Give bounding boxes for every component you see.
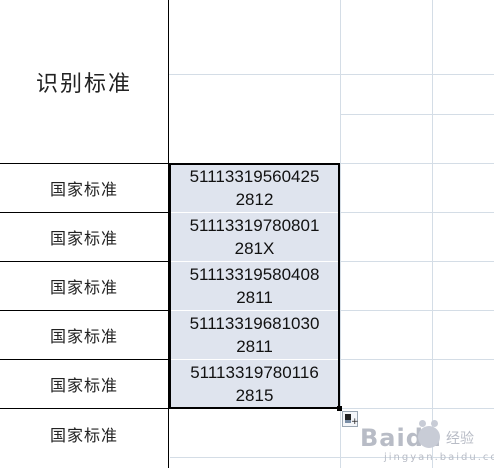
gridline-vertical: [340, 0, 341, 468]
value-line: 51113319580408: [189, 265, 320, 284]
watermark-url: jingyan.baidu.com: [384, 452, 494, 463]
gridline-horizontal: [340, 212, 494, 213]
label-text: 国家标准: [49, 426, 118, 444]
row-border: [0, 408, 170, 409]
label-text: 国家标准: [49, 376, 118, 395]
value-line: 2811: [236, 337, 273, 356]
spreadsheet-grid: 识别标准 国家标准 国家标准 国家标准 国家标准 国家标准 国家标准 51113…: [0, 0, 494, 468]
gridline-horizontal: [340, 261, 494, 262]
label-cell-partial[interactable]: 国家标准: [0, 418, 168, 444]
header-cell[interactable]: 识别标准: [0, 0, 168, 164]
label-cell[interactable]: 国家标准: [0, 262, 168, 310]
gridline-horizontal: [340, 359, 494, 360]
label-cell[interactable]: 国家标准: [0, 164, 168, 212]
label-text: 国家标准: [49, 278, 118, 297]
paw-icon: [418, 420, 440, 448]
value-line: 2811: [236, 288, 273, 307]
value-line: 2812: [235, 190, 274, 209]
value-line: 51113319780116: [190, 363, 319, 382]
column-border: [168, 0, 169, 468]
value-line: 281X: [234, 239, 275, 258]
value-line: 51113319780801: [189, 216, 320, 235]
header-label: 识别标准: [35, 72, 132, 97]
gridline-horizontal: [169, 74, 494, 75]
label-text: 国家标准: [49, 327, 118, 346]
gridline-horizontal: [340, 163, 494, 164]
value-cell[interactable]: 51113319681030 2811: [170, 311, 339, 359]
value-line: 2815: [235, 386, 274, 405]
label-cell[interactable]: 国家标准: [0, 311, 168, 359]
watermark-suffix: 经验: [446, 431, 474, 447]
label-cell[interactable]: 国家标准: [0, 213, 168, 261]
label-text: 国家标准: [49, 229, 118, 248]
watermark: Baidu 经验 jingyan.baidu.com: [360, 418, 494, 464]
plus-icon: +: [351, 417, 359, 427]
value-line: 51113319560425: [189, 167, 320, 186]
value-line: 51113319681030: [189, 314, 320, 333]
value-cell[interactable]: 51113319560425 2812: [170, 164, 339, 212]
label-cell[interactable]: 国家标准: [0, 360, 168, 408]
label-text: 国家标准: [49, 180, 118, 199]
gridline-horizontal: [340, 114, 494, 115]
gridline-horizontal: [340, 408, 494, 409]
gridline-horizontal: [340, 310, 494, 311]
value-cell[interactable]: 51113319780116 2815: [170, 360, 339, 408]
value-cell[interactable]: 51113319580408 2811: [170, 262, 339, 310]
value-cell[interactable]: 51113319780801 281X: [170, 213, 339, 261]
autofill-options-button[interactable]: +: [342, 411, 359, 427]
gridline-vertical: [432, 0, 433, 468]
